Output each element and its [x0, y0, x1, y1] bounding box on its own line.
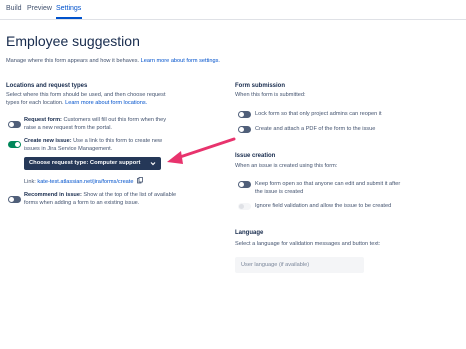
keep-form-open-toggle[interactable]	[238, 181, 251, 188]
locations-heading: Locations and request types	[6, 83, 88, 89]
lock-form-toggle[interactable]	[238, 111, 251, 118]
recommend-issue-text-line1: Show at the top of the list of available	[83, 192, 177, 198]
issue-creation-heading: Issue creation	[235, 153, 276, 159]
active-tab-indicator	[56, 17, 82, 19]
create-issue-label: Create new issue:	[24, 138, 72, 144]
request-type-dropdown-label: Choose request type: Computer support	[29, 160, 141, 166]
submission-heading: Form submission	[235, 83, 286, 89]
locations-intro: Select where this form should be used, a…	[6, 91, 226, 107]
tab-bar: Build Preview Settings	[0, 0, 466, 20]
submission-intro: When this form is submitted:	[235, 92, 306, 98]
tab-preview[interactable]: Preview	[27, 5, 52, 12]
tab-settings[interactable]: Settings	[56, 5, 81, 12]
create-issue-text-line1: Use a link to this form to create new	[73, 138, 163, 144]
recommend-issue-text-line2: forms when adding a form to an existing …	[24, 200, 140, 207]
keep-form-open-option: Keep form open so that anyone can edit a…	[255, 180, 465, 196]
page-title: Employee suggestion	[6, 33, 140, 49]
create-link-url[interactable]: kate-test.atlassian.net/jira/forms/creat…	[37, 179, 133, 185]
tab-build[interactable]: Build	[6, 5, 22, 12]
chevron-down-icon	[150, 157, 156, 176]
request-type-dropdown[interactable]: Choose request type: Computer support	[24, 157, 161, 170]
lock-form-label: Lock form so that only project admins ca…	[255, 111, 382, 117]
create-issue-text-line2: issues in Jira Service Management.	[24, 146, 113, 153]
recommend-issue-label: Recommend in issue:	[24, 192, 82, 198]
create-link-row: Link: kate-test.atlassian.net/jira/forms…	[24, 177, 143, 186]
create-issue-toggle[interactable]	[8, 141, 21, 148]
ignore-validation-label: Ignore field validation and allow the is…	[255, 203, 392, 209]
request-form-text-line1: Customers will fill out this form when t…	[63, 117, 167, 123]
page-description: Manage where this form appears and how i…	[6, 58, 220, 64]
attach-pdf-toggle[interactable]	[238, 126, 251, 133]
language-select[interactable]: User language (if available)	[235, 257, 364, 273]
recommend-issue-option: Recommend in issue: Show at the top of t…	[24, 191, 224, 207]
form-locations-link[interactable]: Learn more about form locations.	[65, 100, 147, 106]
request-form-option: Request form: Customers will fill out th…	[24, 116, 224, 132]
create-link-label: Link:	[24, 178, 36, 185]
keep-form-open-line1: Keep form open so that anyone can edit a…	[255, 181, 401, 187]
annotation-arrow	[167, 137, 236, 164]
recommend-issue-toggle[interactable]	[8, 196, 21, 203]
copy-icon[interactable]	[137, 177, 143, 186]
request-form-label: Request form:	[24, 117, 62, 123]
locations-intro-line1: Select where this form should be used, a…	[6, 92, 166, 98]
locations-intro-line2: types for each location.	[6, 100, 64, 107]
keep-form-open-line2: the issue is created	[255, 189, 304, 196]
request-form-toggle[interactable]	[8, 121, 21, 128]
issue-creation-intro: When an issue is created using this form…	[235, 163, 338, 169]
language-heading: Language	[235, 230, 264, 236]
page-description-text: Manage where this form appears and how i…	[6, 58, 140, 64]
language-intro: Select a language for validation message…	[235, 241, 381, 247]
form-settings-link[interactable]: Learn more about form settings.	[141, 58, 220, 64]
ignore-validation-toggle	[238, 203, 251, 210]
request-form-text-line2: raise a new request from the portal.	[24, 125, 112, 132]
attach-pdf-label: Create and attach a PDF of the form to t…	[255, 126, 376, 132]
